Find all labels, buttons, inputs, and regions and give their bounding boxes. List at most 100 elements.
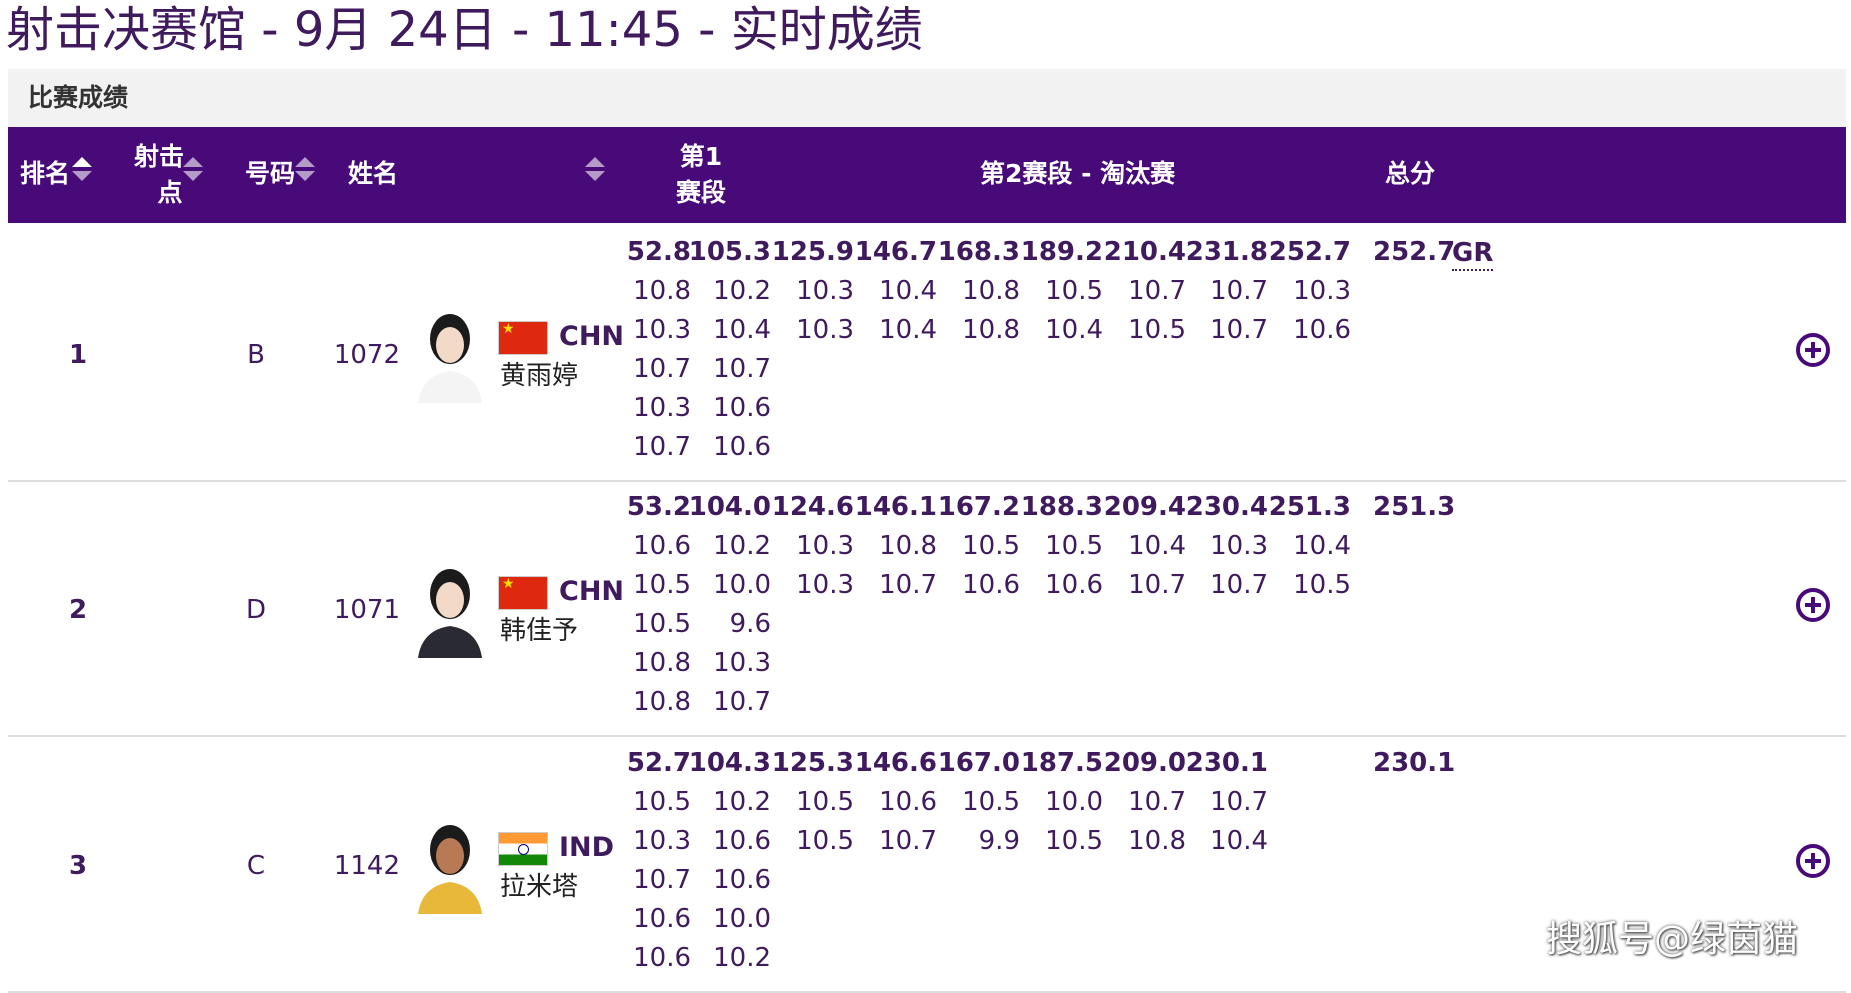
- shot-score: 10.7: [633, 865, 691, 895]
- athlete-photo-icon: [414, 816, 486, 914]
- record-badge[interactable]: GR: [1452, 237, 1494, 271]
- shot-score: 10.7: [1128, 787, 1186, 817]
- shot-score: 10.5: [633, 787, 691, 817]
- sort-rank-icon[interactable]: [72, 157, 92, 183]
- shot-score: 10.6: [713, 865, 771, 895]
- shot-score: 10.5: [962, 531, 1020, 561]
- watermark: 搜狐号@绿茵猫: [1546, 919, 1799, 960]
- cumulative-score: 251.3: [1268, 492, 1351, 522]
- cumulative-score: 146.7: [854, 237, 937, 267]
- cumulative-score: 187.5: [1020, 748, 1103, 778]
- column-relay[interactable]: 射击 点: [134, 139, 184, 211]
- sort-relay-icon[interactable]: [183, 157, 203, 183]
- rank-value: 3: [68, 851, 88, 881]
- shot-score: 10.6: [1293, 315, 1351, 345]
- shot-score: 10.6: [962, 570, 1020, 600]
- sort-bib-icon[interactable]: [295, 157, 315, 183]
- table-row[interactable]: 2 D 1071 ★ CHN 韩佳予 53.2 104.0 124.6 146.1 167.2 188…: [8, 480, 1846, 737]
- shot-score: 10.7: [633, 354, 691, 384]
- column-bib[interactable]: 号码: [245, 154, 295, 190]
- cumulative-score: 124.6: [771, 492, 854, 522]
- shot-score: 10.3: [633, 826, 691, 856]
- shot-score: 10.2: [713, 787, 771, 817]
- cumulative-score: 167.0: [937, 748, 1020, 778]
- athlete-name[interactable]: 韩佳予: [500, 613, 578, 649]
- bib-value: 1072: [333, 340, 400, 370]
- shot-score: 10.8: [879, 531, 937, 561]
- shot-score: 10.0: [713, 904, 771, 934]
- shot-score: 10.6: [633, 904, 691, 934]
- shot-score: 10.4: [1128, 531, 1186, 561]
- expand-row-icon[interactable]: [1796, 333, 1830, 367]
- shot-score: 10.3: [1210, 531, 1268, 561]
- cumulative-score: 230.4: [1185, 492, 1268, 522]
- relay-value: B: [247, 340, 265, 370]
- cumulative-score: 125.3: [771, 748, 854, 778]
- rank-value: 1: [68, 340, 88, 370]
- shot-score: 10.6: [1045, 570, 1103, 600]
- athlete-photo-icon: [414, 305, 486, 403]
- shot-score: 10.3: [796, 531, 854, 561]
- shot-score: 10.7: [1210, 315, 1268, 345]
- sort-name-icon[interactable]: [585, 157, 605, 183]
- shot-score: 10.3: [796, 315, 854, 345]
- cumulative-score: 53.2: [626, 492, 691, 522]
- athlete-photo: [414, 560, 486, 658]
- total-score: 251.3: [1373, 492, 1456, 522]
- shot-score: 10.7: [1210, 787, 1268, 817]
- shot-score: 10.7: [1128, 276, 1186, 306]
- shot-score: 10.7: [713, 354, 771, 384]
- shot-score: 10.7: [633, 432, 691, 462]
- athlete-photo: [414, 816, 486, 914]
- column-relay-label-1: 射击: [134, 142, 185, 171]
- shot-score: 10.6: [713, 393, 771, 423]
- column-rank[interactable]: 排名: [20, 154, 70, 190]
- shot-score: 10.5: [1045, 276, 1103, 306]
- shot-score: 10.6: [713, 826, 771, 856]
- shot-score: 10.8: [633, 687, 691, 717]
- athlete-name[interactable]: 黄雨婷: [500, 358, 578, 394]
- shot-score: 10.3: [633, 393, 691, 423]
- cumulative-score: 104.0: [688, 492, 771, 522]
- cumulative-score: 231.8: [1185, 237, 1268, 267]
- china-flag-icon: ★: [498, 576, 548, 610]
- shot-score: 10.4: [1045, 315, 1103, 345]
- shot-score: 10.7: [879, 570, 937, 600]
- shot-score: 10.3: [796, 276, 854, 306]
- bib-value: 1142: [333, 851, 400, 881]
- relay-value: C: [246, 851, 266, 881]
- shot-score: 10.2: [713, 943, 771, 973]
- shot-score: 10.5: [796, 787, 854, 817]
- cumulative-score: 210.4: [1103, 237, 1186, 267]
- column-stage1-label-2: 赛段: [676, 178, 727, 207]
- shot-score: 10.0: [713, 570, 771, 600]
- shot-score: 10.8: [962, 276, 1020, 306]
- expand-row-icon[interactable]: [1796, 844, 1830, 878]
- cumulative-score: 209.0: [1103, 748, 1186, 778]
- column-rank-label: 排名: [20, 159, 71, 188]
- shot-score: 10.5: [962, 787, 1020, 817]
- athlete-name[interactable]: 拉米塔: [500, 869, 578, 905]
- shot-score: 10.5: [1128, 315, 1186, 345]
- shot-score: 10.3: [633, 315, 691, 345]
- shot-score: 10.5: [796, 826, 854, 856]
- shot-score: 10.8: [962, 315, 1020, 345]
- table-row[interactable]: 1 B 1072 ★ CHN 黄雨婷 52.8 105.3 125.9 146.7 168.3 189…: [8, 225, 1846, 482]
- shot-score: 10.6: [713, 432, 771, 462]
- shot-score: 10.6: [879, 787, 937, 817]
- shot-score: 10.8: [1128, 826, 1186, 856]
- expand-row-icon[interactable]: [1796, 588, 1830, 622]
- shot-score: 10.7: [1210, 276, 1268, 306]
- shot-score: 10.5: [633, 609, 691, 639]
- cumulative-score: 252.7: [1268, 237, 1351, 267]
- total-score: 230.1: [1373, 748, 1456, 778]
- shot-score: 10.3: [796, 570, 854, 600]
- column-stage2: 第2赛段 - 淘汰赛: [980, 154, 1175, 190]
- column-name[interactable]: 姓名: [348, 154, 398, 190]
- shot-score: 10.5: [1045, 531, 1103, 561]
- athlete-photo-icon: [414, 560, 486, 658]
- shot-score: 10.2: [713, 531, 771, 561]
- cumulative-score: 146.1: [854, 492, 937, 522]
- shot-score: 10.7: [1128, 570, 1186, 600]
- shot-score: 10.5: [1293, 570, 1351, 600]
